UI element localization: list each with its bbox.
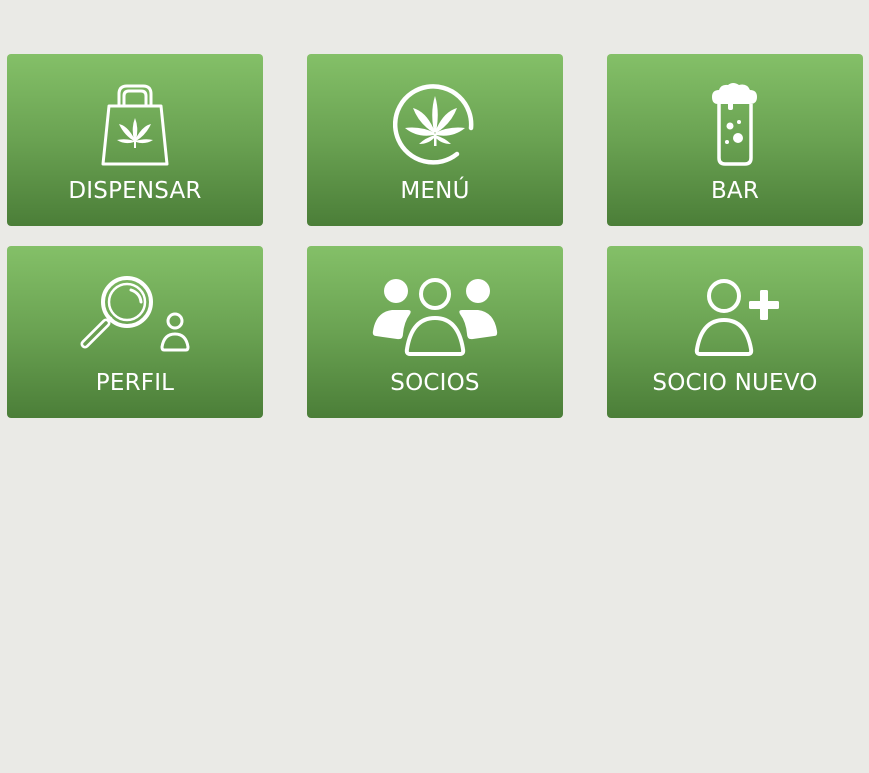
group-members-icon <box>307 272 563 360</box>
magnifier-person-icon <box>7 272 263 360</box>
tile-label: BAR <box>710 178 760 204</box>
tile-label: PERFIL <box>95 370 175 396</box>
tile-label: SOCIO NUEVO <box>652 370 818 396</box>
tile-label: SOCIOS <box>390 370 480 396</box>
perfil-button[interactable]: PERFIL <box>7 246 263 418</box>
dispensar-button[interactable]: DISPENSAR <box>7 54 263 226</box>
tile-label: DISPENSAR <box>68 178 202 204</box>
socios-button[interactable]: SOCIOS <box>307 246 563 418</box>
bar-button[interactable]: BAR <box>607 54 863 226</box>
beer-glass-icon <box>607 80 863 168</box>
shopping-bag-cannabis-icon <box>7 80 263 168</box>
socio-nuevo-button[interactable]: SOCIO NUEVO <box>607 246 863 418</box>
tile-label: MENÚ <box>400 178 470 204</box>
add-user-icon <box>607 272 863 360</box>
menu-button[interactable]: MENÚ <box>307 54 563 226</box>
cannabis-leaf-circle-icon <box>307 80 563 168</box>
